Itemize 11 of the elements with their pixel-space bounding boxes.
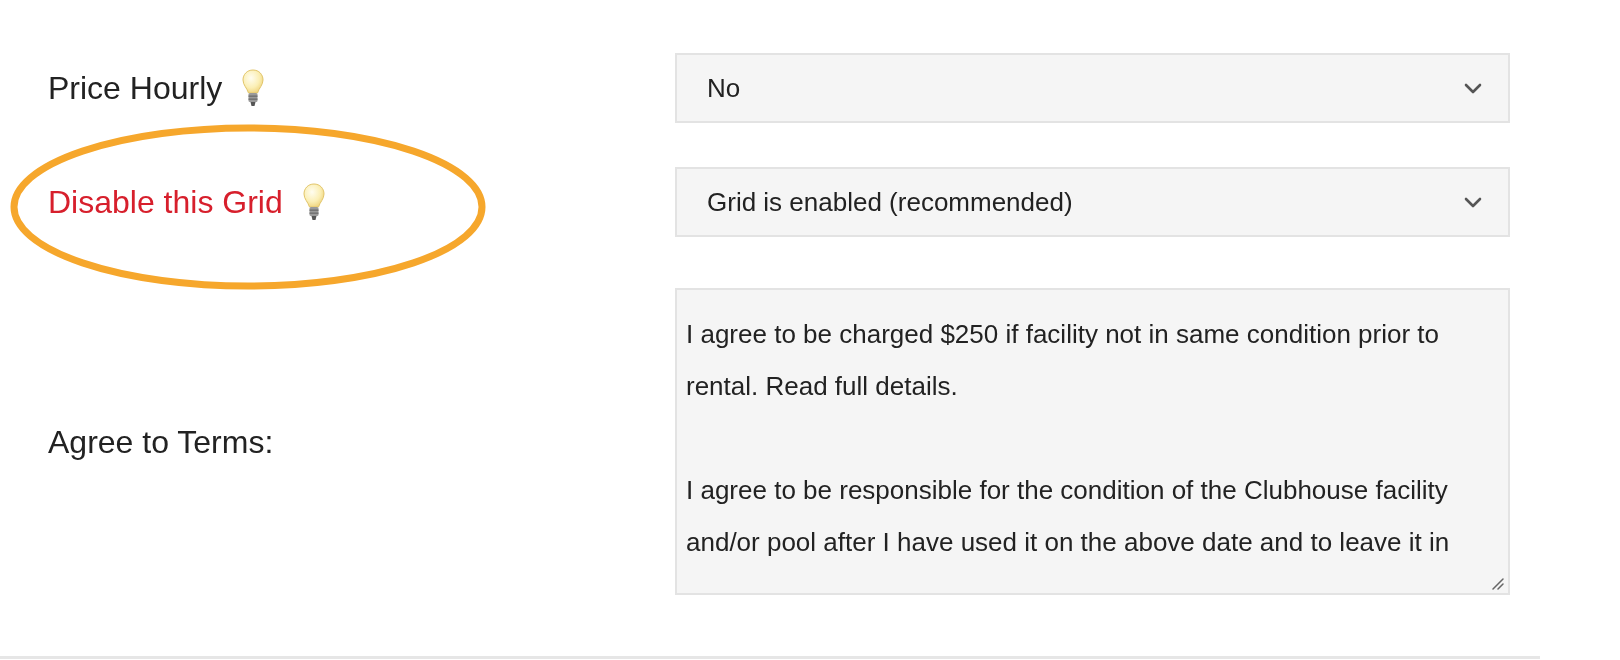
- chevron-down-icon: [1464, 82, 1482, 94]
- resize-handle-icon[interactable]: [1492, 578, 1504, 590]
- dropdown-select[interactable]: No: [675, 53, 1510, 123]
- field-label: Disable this Grid: [48, 183, 283, 222]
- lightbulb-icon[interactable]: [302, 183, 325, 221]
- field-label: Price Hourly: [48, 69, 223, 108]
- terms-textarea[interactable]: I agree to be charged $250 if facility not in same condition prior to rental. Read full details. I agree to be responsible for the condition of the Clubhouse facility and/or pool after I have used it on the above date and to leave it in: [675, 288, 1510, 595]
- dropdown-select[interactable]: Grid is enabled (recommended): [675, 167, 1510, 237]
- chevron-down-icon: [1464, 196, 1482, 208]
- field-label: Agree to Terms:: [48, 422, 274, 462]
- lightbulb-icon[interactable]: [242, 69, 265, 107]
